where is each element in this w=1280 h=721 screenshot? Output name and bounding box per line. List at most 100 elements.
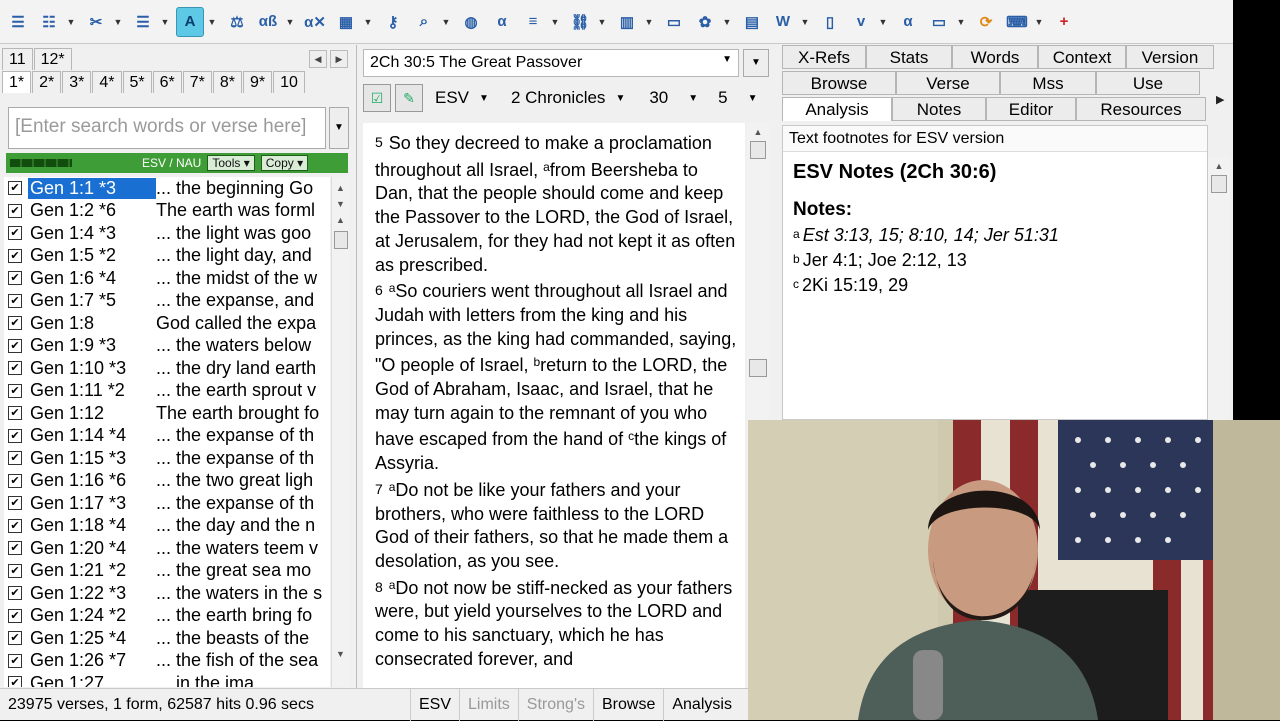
tab-analysis[interactable]: Analysis xyxy=(782,97,892,121)
verse-select[interactable]: 5 ▼ xyxy=(718,88,757,108)
status-limits[interactable]: Limits xyxy=(459,688,518,721)
result-ref[interactable]: Gen 1:1 *3 xyxy=(28,177,156,199)
result-checkbox[interactable]: ✔ xyxy=(8,451,22,466)
result-checkbox[interactable]: ✔ xyxy=(8,676,22,687)
search-tab-11[interactable]: 10 xyxy=(273,71,305,93)
title-menu-button[interactable]: ▼ xyxy=(743,49,769,77)
notes-doc-icon[interactable]: ☰ xyxy=(129,7,157,37)
books-icon[interactable]: ≡ xyxy=(519,7,547,37)
tools-icon[interactable]: ✂ xyxy=(82,7,110,37)
result-checkbox[interactable]: ✔ xyxy=(8,226,22,241)
table-row[interactable]: ✔ Gen 1:25 *4... the beasts of the xyxy=(4,627,330,650)
tab-use[interactable]: Use xyxy=(1096,71,1200,95)
tabs-scroll-right-icon[interactable]: ▶ xyxy=(1216,93,1224,106)
search-dropdown-button[interactable]: ▼ xyxy=(329,107,349,149)
search-word-icon-dropdown[interactable]: ▼ xyxy=(285,7,295,37)
chapter-select[interactable]: 30 ▼ xyxy=(649,88,698,108)
add-icon[interactable]: + xyxy=(1050,7,1078,37)
search-tab-6[interactable]: 5* xyxy=(122,71,152,93)
table-row[interactable]: ✔ Gen 1:26 *7... the fish of the sea xyxy=(4,650,330,673)
result-ref[interactable]: Gen 1:4 *3 xyxy=(28,223,156,244)
toggle-panels-icon-dropdown[interactable]: ▼ xyxy=(66,7,76,37)
result-ref[interactable]: Gen 1:27 xyxy=(28,673,156,687)
search-tab-7[interactable]: 6* xyxy=(152,71,182,93)
search-tab-0[interactable]: 11 xyxy=(2,48,33,70)
result-ref[interactable]: Gen 1:26 *7 xyxy=(28,650,156,671)
word-doc-icon[interactable]: W xyxy=(769,7,797,37)
book-select[interactable]: 2 Chronicles ▼ xyxy=(511,88,625,108)
result-checkbox[interactable]: ✔ xyxy=(8,518,22,533)
table-row[interactable]: ✔ Gen 1:20 *4... the waters teem v xyxy=(4,537,330,560)
tab-version[interactable]: Version xyxy=(1126,45,1214,69)
text-format-icon-dropdown[interactable]: ▼ xyxy=(207,7,217,37)
table-row[interactable]: ✔ Gen 1:16 *6... the two great ligh xyxy=(4,470,330,493)
table-row[interactable]: ✔ Gen 1:9 *3... the waters below xyxy=(4,335,330,358)
result-ref[interactable]: Gen 1:5 *2 xyxy=(28,245,156,266)
tab-xrefs[interactable]: X-Refs xyxy=(782,45,866,69)
result-ref[interactable]: Gen 1:22 *3 xyxy=(28,583,156,604)
tab-stats[interactable]: Stats xyxy=(866,45,952,69)
link-icon-dropdown[interactable]: ▼ xyxy=(597,7,607,37)
status-browse[interactable]: Browse xyxy=(593,688,663,721)
table-row[interactable]: ✔ Gen 1:18 *4... the day and the n xyxy=(4,515,330,538)
chart-icon[interactable]: ▥ xyxy=(613,7,641,37)
search-tab-5[interactable]: 4* xyxy=(92,71,122,93)
result-checkbox[interactable]: ✔ xyxy=(8,608,22,623)
tab-verse[interactable]: Verse xyxy=(896,71,1000,95)
search-tab-3[interactable]: 2* xyxy=(32,71,62,93)
note-link[interactable]: Est 3:13, 15; 8:10, 14; Jer 51:31 xyxy=(803,225,1059,245)
note-link[interactable]: Jer 4:1; Joe 2:12, 13 xyxy=(803,250,967,270)
result-ref[interactable]: Gen 1:8 xyxy=(28,313,156,334)
paint-icon[interactable]: ✎ xyxy=(395,84,423,112)
result-ref[interactable]: Gen 1:21 *2 xyxy=(28,560,156,581)
screen-icon[interactable]: ▭ xyxy=(925,7,953,37)
result-checkbox[interactable]: ✔ xyxy=(8,203,22,218)
result-ref[interactable]: Gen 1:24 *2 xyxy=(28,605,156,626)
result-ref[interactable]: Gen 1:6 *4 xyxy=(28,268,156,289)
copy-menu-button[interactable]: Copy ▾ xyxy=(260,155,309,171)
result-checkbox[interactable]: ✔ xyxy=(8,293,22,308)
table-row[interactable]: ✔ Gen 1:11 *2... the earth sprout v xyxy=(4,380,330,403)
table-row[interactable]: ✔ Gen 1:14 *4... the expanse of th xyxy=(4,425,330,448)
footnote-marker[interactable]: a xyxy=(543,160,550,174)
text-format-icon[interactable]: A xyxy=(176,6,204,37)
colors-icon-dropdown[interactable]: ▼ xyxy=(722,7,732,37)
magnify-icon-dropdown[interactable]: ▼ xyxy=(441,7,451,37)
table-row[interactable]: ✔ Gen 1:8 God called the expa xyxy=(4,312,330,335)
tab-notes[interactable]: Notes xyxy=(892,97,986,121)
tab-scroll-right-button[interactable]: ▶ xyxy=(330,50,348,68)
layout-icon[interactable]: ▤ xyxy=(738,7,766,37)
map-icon-dropdown[interactable]: ▼ xyxy=(363,7,373,37)
passage-title-select[interactable]: 2Ch 30:5 The Great Passover ▼ xyxy=(363,49,739,77)
table-row[interactable]: ✔ Gen 1:2 *6 The earth was forml xyxy=(4,200,330,223)
word-doc-icon-dropdown[interactable]: ▼ xyxy=(800,7,810,37)
table-row[interactable]: ✔ Gen 1:1 *3... the beginning Go xyxy=(4,177,330,200)
link-icon[interactable]: ⛓ xyxy=(566,7,594,37)
result-ref[interactable]: Gen 1:25 *4 xyxy=(28,628,156,649)
books-icon-dropdown[interactable]: ▼ xyxy=(550,7,560,37)
table-row[interactable]: ✔ Gen 1:17 *3... the expanse of th xyxy=(4,492,330,515)
table-row[interactable]: ✔ Gen 1:4 *3... the light was goo xyxy=(4,222,330,245)
pages-icon[interactable]: ▯ xyxy=(816,7,844,37)
toggle-panels-icon[interactable]: ☷ xyxy=(35,7,63,37)
tools-icon-dropdown[interactable]: ▼ xyxy=(113,7,123,37)
search-word-icon[interactable]: αß xyxy=(254,7,282,37)
status-esv[interactable]: ESV xyxy=(410,688,459,721)
notes-scrollbar[interactable]: ▲ xyxy=(1208,157,1230,420)
table-row[interactable]: ✔ Gen 1:12 The earth brought fo xyxy=(4,402,330,425)
result-checkbox[interactable]: ✔ xyxy=(8,473,22,488)
alpha-doc-icon[interactable]: α xyxy=(488,7,516,37)
note-link[interactable]: 2Ki 15:19, 29 xyxy=(802,275,908,295)
result-ref[interactable]: Gen 1:11 *2 xyxy=(28,380,156,401)
search-tab-4[interactable]: 3* xyxy=(62,71,92,93)
tab-mss[interactable]: Mss xyxy=(1000,71,1096,95)
result-checkbox[interactable]: ✔ xyxy=(8,586,22,601)
result-checkbox[interactable]: ✔ xyxy=(8,653,22,668)
alpha-icon[interactable]: α xyxy=(894,7,922,37)
sync-icon[interactable]: ☑ xyxy=(363,84,391,112)
verse-doc-icon-dropdown[interactable]: ▼ xyxy=(878,7,888,37)
result-ref[interactable]: Gen 1:15 *3 xyxy=(28,448,156,469)
refresh-icon[interactable]: ⟳ xyxy=(972,7,1000,37)
search-tab-2[interactable]: 1* xyxy=(2,71,32,93)
key-icon[interactable]: ⚷ xyxy=(379,7,407,37)
